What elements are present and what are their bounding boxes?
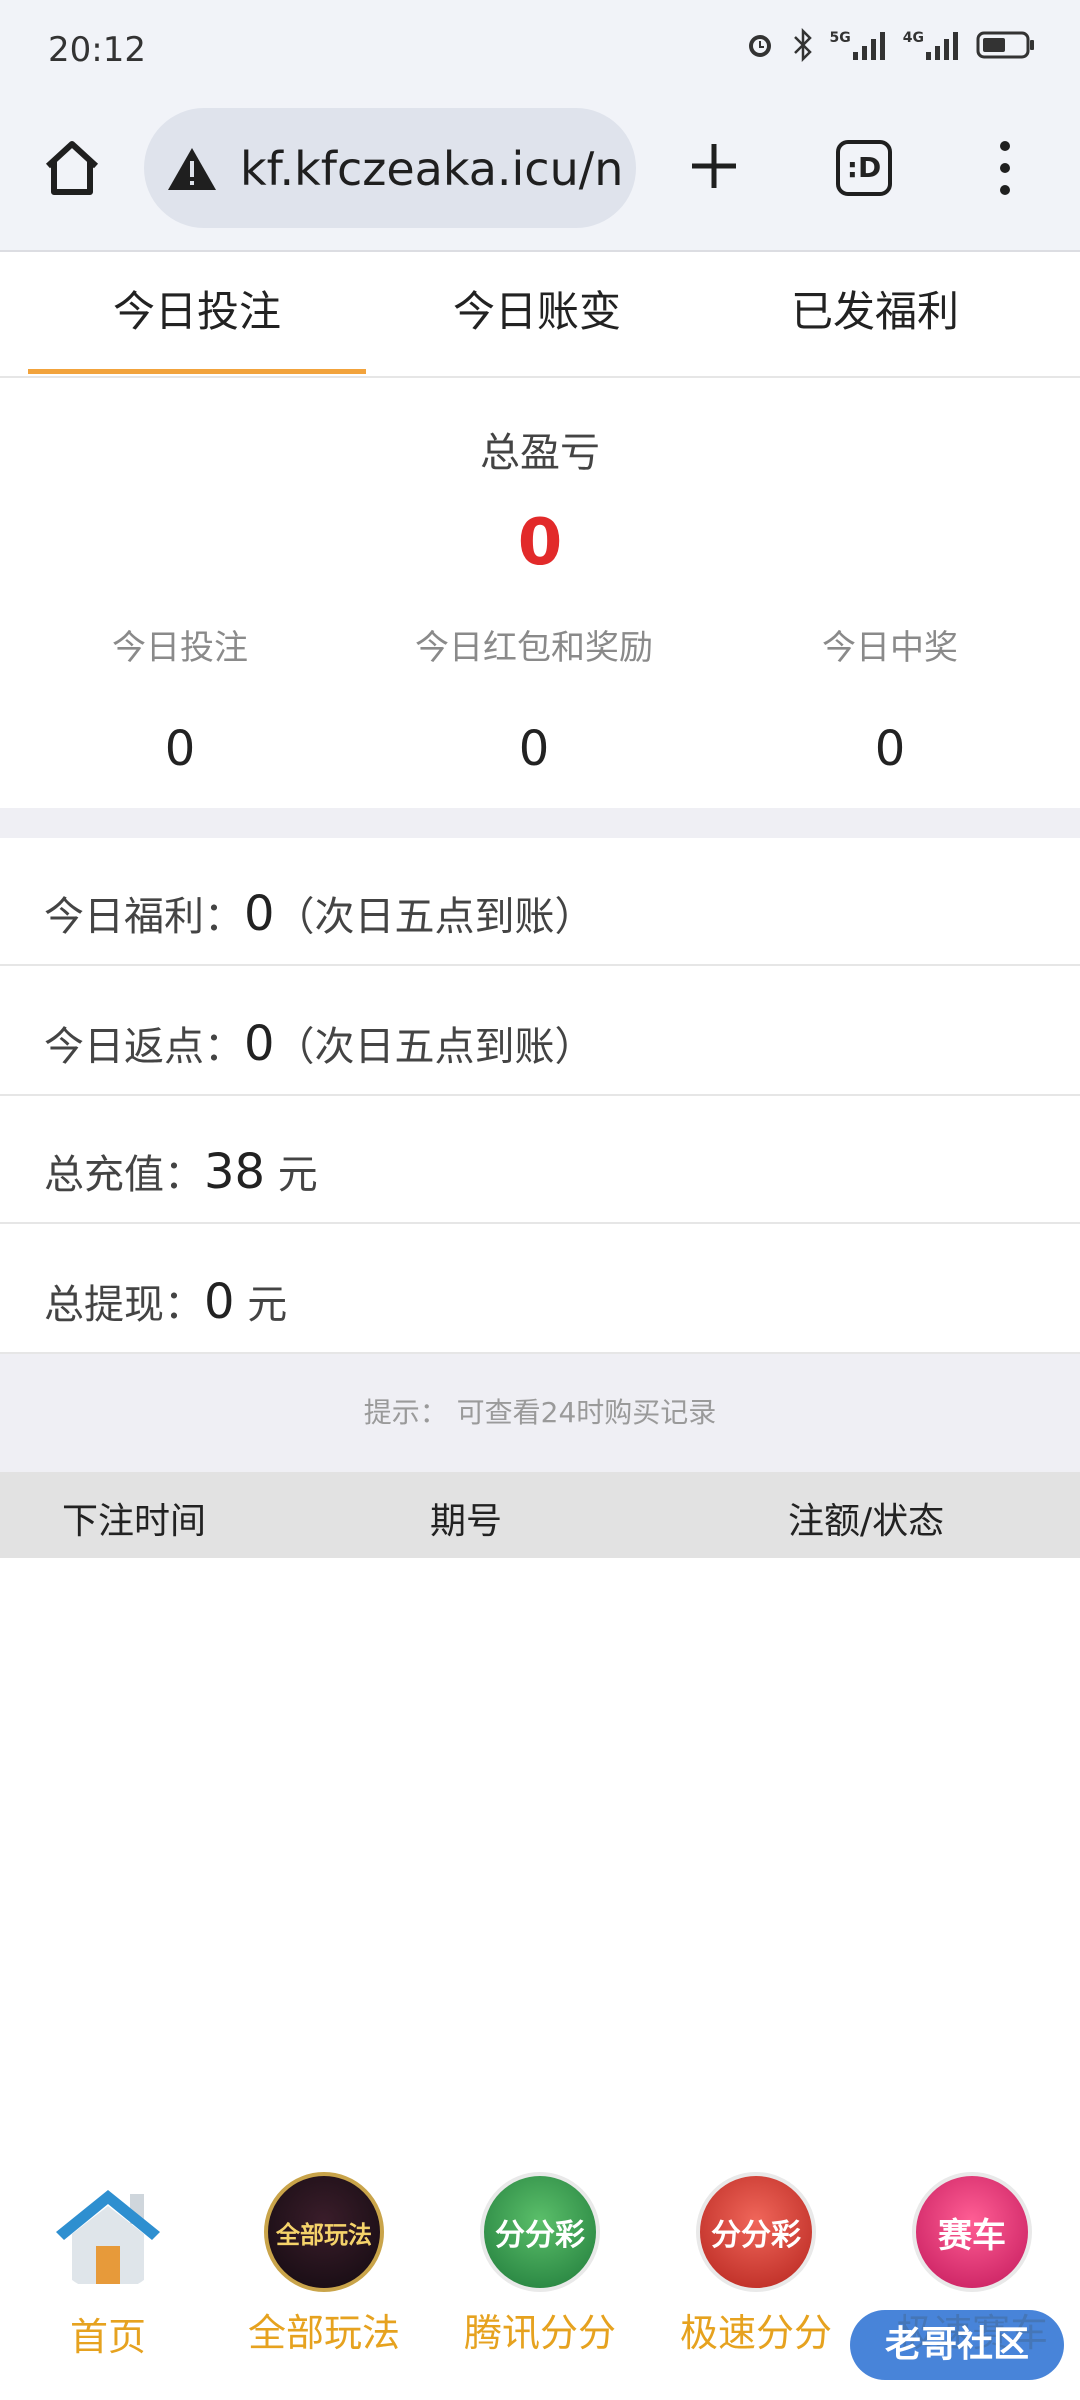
bet-table-header: 下注时间 期号 注额/状态 [0, 1472, 1080, 1558]
row-total-withdraw: 总提现：0 元 [0, 1226, 1080, 1354]
row-content: 今日返点：0（次日五点到账） [44, 1014, 595, 1072]
nav-badge-text: 分分彩 [711, 2218, 801, 2253]
nav-tencent-ffc[interactable]: 分分彩 腾讯分分 [432, 2172, 648, 2392]
home-house-icon [56, 2190, 160, 2284]
row-label: 总充值： [44, 1152, 204, 1198]
row-suffix: 元 [234, 1282, 288, 1328]
row-value: 0 [244, 1016, 275, 1072]
profit-summary: 总盈亏 0 今日投注 0 今日红包和奖励 0 今日中奖 0 [0, 380, 1080, 808]
warning-icon[interactable] [166, 146, 218, 192]
nav-label: 首页 [69, 2315, 146, 2359]
tab-today-account-changes[interactable]: 今日账变 [368, 254, 706, 378]
stat-today-bets: 今日投注 0 [0, 620, 360, 777]
tab-switcher-button[interactable]: :D [836, 140, 892, 196]
bottom-nav: 首页 全部玩法 全部玩法 分分彩 腾讯分分 分分彩 极速分分 赛车 极速赛车 老… [0, 2160, 1080, 2400]
row-label: 总提现： [44, 1282, 204, 1328]
signal-5g-label: 5G [829, 30, 851, 46]
watermark: 老哥社区 [850, 2310, 1064, 2380]
nav-label: 腾讯分分 [463, 2311, 616, 2355]
column-header-bet-time: 下注时间 [62, 1501, 207, 1542]
nav-badge-text: 全部玩法 [276, 2220, 372, 2249]
nav-label: 极速分分 [679, 2311, 832, 2355]
stat-label: 今日红包和奖励 [415, 628, 653, 668]
speed-ffc-icon: 分分彩 [696, 2172, 816, 2292]
total-profit-value: 0 [517, 506, 563, 580]
status-time: 20:12 [48, 30, 146, 70]
status-icons: 5G 4G [744, 28, 1036, 62]
bluetooth-icon [793, 28, 812, 62]
row-label: 今日福利： [44, 894, 244, 940]
plus-icon[interactable] [686, 138, 742, 194]
signal-4g-label: 4G [902, 30, 924, 46]
row-suffix: （次日五点到账） [274, 1024, 595, 1070]
stat-today-wins: 今日中奖 0 [710, 620, 1070, 777]
nav-speed-ffc[interactable]: 分分彩 极速分分 [648, 2172, 864, 2392]
stat-value: 0 [518, 721, 550, 777]
tab-today-bets[interactable]: 今日投注 [28, 254, 366, 378]
hint-text: 提示： 可查看24时购买记录 [0, 1354, 1080, 1472]
section-divider [0, 808, 1080, 838]
nav-all-games[interactable]: 全部玩法 全部玩法 [216, 2172, 432, 2392]
stat-value: 0 [874, 721, 906, 777]
row-total-recharge: 总充值：38 元 [0, 1096, 1080, 1224]
all-games-icon: 全部玩法 [264, 2172, 384, 2292]
row-content: 总提现：0 元 [44, 1272, 287, 1330]
stat-today-bonus: 今日红包和奖励 0 [354, 620, 714, 777]
speed-racing-icon: 赛车 [912, 2172, 1032, 2292]
signal-5g-icon: 5G [830, 30, 887, 60]
alarm-icon [748, 35, 771, 57]
row-label: 今日返点： [44, 1024, 244, 1070]
row-today-benefit: 今日福利：0（次日五点到账） [0, 838, 1080, 966]
status-bar: 20:12 5G 4G [0, 0, 1080, 100]
row-value: 0 [244, 886, 275, 942]
total-profit-title: 总盈亏 [480, 430, 600, 476]
home-icon[interactable] [40, 136, 104, 200]
url-bar[interactable]: kf.kfczeaka.icu/n [144, 108, 636, 228]
column-header-amount-status: 注额/状态 [788, 1501, 945, 1542]
record-tabs: 今日投注 今日账变 已发福利 [0, 254, 1080, 378]
row-today-rebate: 今日返点：0（次日五点到账） [0, 968, 1080, 1096]
more-menu-icon[interactable] [990, 136, 1020, 200]
column-header-issue: 期号 [430, 1501, 503, 1542]
row-suffix: 元 [265, 1152, 318, 1198]
url-text[interactable]: kf.kfczeaka.icu/n [240, 142, 623, 196]
stat-label: 今日投注 [112, 628, 248, 668]
browser-toolbar: kf.kfczeaka.icu/n :D [0, 100, 1080, 252]
active-tab-indicator [28, 369, 366, 374]
signal-4g-icon: 4G [903, 30, 960, 60]
row-value: 38 [204, 1144, 266, 1200]
row-content: 总充值：38 元 [44, 1142, 318, 1200]
row-value: 0 [204, 1274, 235, 1330]
nav-home[interactable]: 首页 [0, 2172, 216, 2392]
tab-issued-benefits[interactable]: 已发福利 [706, 254, 1044, 378]
row-suffix: （次日五点到账） [274, 894, 595, 940]
nav-badge-text: 分分彩 [495, 2218, 585, 2253]
stat-label: 今日中奖 [822, 628, 958, 668]
nav-badge-text: 赛车 [938, 2215, 1006, 2256]
tencent-ffc-icon: 分分彩 [480, 2172, 600, 2292]
row-content: 今日福利：0（次日五点到账） [44, 884, 595, 942]
watermark-text: 老哥社区 [884, 2324, 1029, 2365]
stat-value: 0 [164, 721, 196, 777]
battery-icon [976, 31, 1034, 59]
nav-label: 全部玩法 [247, 2311, 400, 2355]
